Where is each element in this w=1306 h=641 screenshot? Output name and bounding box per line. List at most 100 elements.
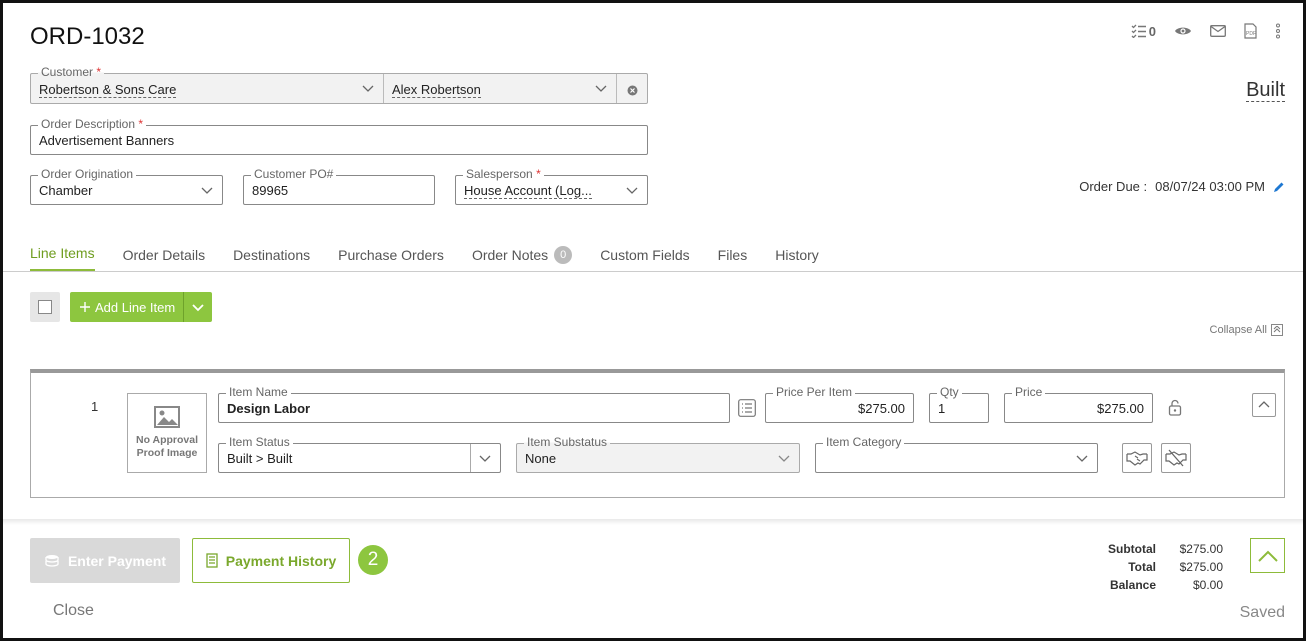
tab-divider: [3, 271, 1303, 272]
add-line-item-label: Add Line Item: [95, 299, 176, 315]
required-mark: *: [138, 117, 144, 131]
customer-select[interactable]: Robertson & Sons Care: [31, 74, 384, 103]
header-actions: 0 PDF: [1131, 23, 1281, 39]
order-window: ORD-1032 0 PDF Built Customer * Robertso…: [0, 0, 1306, 641]
add-line-item-dropdown[interactable]: [183, 292, 212, 322]
expand-footer-button[interactable]: [1250, 538, 1285, 573]
tab-history[interactable]: History: [775, 245, 819, 272]
enter-payment-button[interactable]: Enter Payment: [30, 538, 180, 583]
tab-purchase-orders[interactable]: Purchase Orders: [338, 245, 444, 272]
chevron-up-icon: [1257, 550, 1278, 562]
clear-customer-button[interactable]: [627, 83, 638, 101]
qty-label: Qty: [937, 385, 962, 399]
handshake-icon: [1126, 451, 1148, 466]
reject-item-button[interactable]: [1161, 443, 1191, 473]
price-field[interactable]: Price $275.00: [1004, 385, 1153, 423]
item-category-select[interactable]: Item Category: [815, 435, 1098, 473]
order-due: Order Due : 08/07/24 03:00 PM: [1079, 179, 1285, 194]
tab-label: Purchase Orders: [338, 246, 444, 263]
tab-line-items[interactable]: Line Items: [30, 245, 95, 272]
item-status-divider: [470, 444, 471, 472]
more-button[interactable]: [1275, 23, 1281, 39]
tab-order-details[interactable]: Order Details: [123, 245, 205, 272]
chevron-down-icon: [201, 187, 213, 194]
qty-value: 1: [938, 401, 946, 416]
required-mark: *: [536, 167, 541, 181]
item-substatus-label: Item Substatus: [524, 435, 611, 449]
contact-value: Alex Robertson: [392, 82, 481, 98]
footer-divider: [3, 519, 1303, 525]
chevron-down-icon: [362, 85, 374, 92]
item-name-value: Design Labor: [227, 401, 311, 416]
close-button[interactable]: Close: [53, 602, 94, 620]
item-category-label: Item Category: [823, 435, 905, 449]
salesperson-select[interactable]: Salesperson * House Account (Log...: [455, 167, 648, 205]
select-all-checkbox[interactable]: [30, 292, 60, 322]
total-label: Total: [1128, 560, 1156, 574]
chevron-down-icon: [595, 85, 607, 92]
add-line-item-button[interactable]: Add Line Item: [70, 292, 183, 322]
subtotal-label: Subtotal: [1108, 542, 1156, 556]
edit-pencil-icon[interactable]: [1273, 181, 1285, 193]
page-title: ORD-1032: [30, 23, 145, 50]
checklist-button[interactable]: 0: [1131, 24, 1156, 39]
collapse-all-button[interactable]: Collapse All: [1210, 324, 1283, 336]
item-name-field[interactable]: Item Name Design Labor: [218, 385, 730, 423]
tab-label: Files: [717, 246, 748, 263]
item-status-select[interactable]: Item Status Built > Built: [218, 435, 501, 473]
order-description-field[interactable]: Order Description * Advertisement Banner…: [30, 117, 648, 155]
kebab-menu-icon: [1276, 23, 1280, 39]
collapse-item-button[interactable]: [1252, 393, 1276, 417]
save-status: Saved: [1239, 604, 1285, 621]
description-value: Advertisement Banners: [39, 133, 175, 148]
price-per-item-value: $275.00: [858, 401, 905, 416]
step-number-badge: 2: [358, 545, 388, 575]
receipt-icon: [206, 553, 218, 568]
chevron-down-icon: [778, 455, 790, 462]
item-details-button[interactable]: [738, 399, 756, 422]
order-status[interactable]: Built: [1246, 79, 1285, 102]
price-per-item-field[interactable]: Price Per Item $275.00: [765, 385, 914, 423]
line-item-card: 1 No Approval Proof Image Item Name Desi…: [30, 369, 1285, 498]
view-button[interactable]: [1174, 25, 1192, 37]
proof-image-text: No Approval Proof Image: [135, 434, 199, 459]
tab-files[interactable]: Files: [718, 245, 748, 272]
coins-icon: [45, 554, 59, 567]
svg-text:PDF: PDF: [1246, 31, 1256, 37]
tab-order-notes[interactable]: Order Notes 0: [471, 245, 573, 272]
origination-label: Order Origination: [38, 167, 137, 181]
tab-label: Line Items: [30, 245, 95, 261]
checklist-count: 0: [1148, 23, 1156, 39]
origination-value: Chamber: [39, 183, 93, 198]
email-button[interactable]: [1210, 25, 1226, 37]
tab-custom-fields[interactable]: Custom Fields: [600, 245, 689, 272]
image-placeholder-icon: [154, 406, 180, 428]
mail-icon: [1210, 25, 1226, 37]
salesperson-value: House Account (Log...: [464, 183, 592, 199]
pdf-button[interactable]: PDF: [1244, 23, 1257, 39]
tab-label: History: [775, 246, 819, 263]
order-totals: Subtotal $275.00 Total $275.00 Balance $0.0…: [1083, 540, 1223, 594]
customer-po-field[interactable]: Customer PO# 89965: [243, 167, 435, 205]
approve-item-button[interactable]: [1122, 443, 1152, 473]
add-line-item-group: Add Line Item: [70, 292, 213, 322]
tab-label: Order Notes: [471, 246, 549, 263]
pdf-icon: PDF: [1244, 23, 1257, 39]
order-origination-select[interactable]: Order Origination Chamber: [30, 167, 223, 205]
order-due-value: 08/07/24 03:00 PM: [1155, 179, 1265, 194]
contact-select[interactable]: Alex Robertson: [384, 74, 617, 103]
po-value: 89965: [252, 183, 289, 198]
checkbox-box: [38, 300, 52, 314]
payment-history-button[interactable]: Payment History: [192, 538, 350, 583]
price-lock-button[interactable]: [1168, 399, 1182, 421]
price-per-item-label: Price Per Item: [773, 385, 856, 399]
qty-field[interactable]: Qty 1: [929, 385, 989, 423]
balance-value: $0.00: [1192, 578, 1223, 592]
proof-image[interactable]: No Approval Proof Image: [127, 393, 207, 473]
item-substatus-select[interactable]: Item Substatus None: [516, 435, 800, 473]
order-due-label: Order Due :: [1079, 179, 1148, 194]
balance-label: Balance: [1109, 578, 1156, 592]
tab-destinations[interactable]: Destinations: [233, 245, 310, 272]
notes-count-badge: 0: [554, 245, 573, 264]
po-label: Customer PO#: [251, 167, 337, 181]
